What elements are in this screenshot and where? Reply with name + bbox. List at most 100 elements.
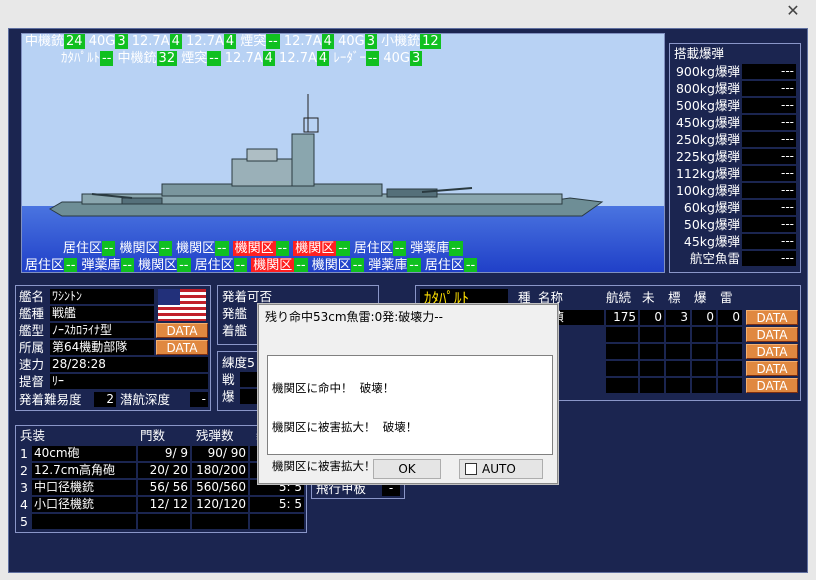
- auto-checkbox[interactable]: [465, 463, 477, 475]
- training-row-2: 爆: [222, 389, 235, 404]
- bomb-value: ---: [742, 234, 796, 249]
- arm-row-name: 12.7cm高角砲: [32, 463, 136, 478]
- slot-label: 12.7A: [283, 34, 322, 49]
- aircraft-data-button-5[interactable]: DATA: [746, 378, 798, 393]
- aircraft-data-button-3[interactable]: DATA: [746, 344, 798, 359]
- bomb-label: 225kg爆弾: [675, 149, 740, 164]
- aircraft-row-1-d: 0: [718, 310, 742, 325]
- launch-row-1: 発艦: [222, 306, 248, 321]
- ship-speed: 28/28:28: [50, 357, 208, 372]
- aircraft-row-1-c: 0: [692, 310, 716, 325]
- arm-row-count: 20/ 20: [138, 463, 190, 478]
- hull-value: --: [64, 258, 78, 273]
- aircraft-empty-cell: [718, 361, 742, 376]
- aircraft-data-button-1[interactable]: DATA: [746, 310, 798, 325]
- aircraft-data-button-2[interactable]: DATA: [746, 327, 798, 342]
- arm-row-count: 9/ 9: [138, 446, 190, 461]
- arm-row-count: 56/ 56: [138, 480, 190, 495]
- slot-label: 中機銃: [25, 34, 65, 49]
- depth-label: 潜航深度: [120, 392, 171, 407]
- slot-value: --: [266, 34, 280, 49]
- aircraft-data-button-4[interactable]: DATA: [746, 361, 798, 376]
- hull-label: 居住区: [25, 258, 65, 273]
- hull-value: --: [350, 258, 365, 273]
- bomb-label: 250kg爆弾: [675, 132, 740, 147]
- difficulty-value: 2: [94, 392, 116, 407]
- arm-row-name: 小口径機銃: [32, 497, 136, 512]
- training-row-1: 戦: [222, 372, 235, 387]
- hull-label: 居住区: [63, 241, 103, 256]
- hull-value: --: [449, 241, 463, 256]
- hull-value: --: [275, 241, 290, 256]
- slot-label: 中機銃: [117, 51, 157, 66]
- arm-row-name: [32, 514, 136, 529]
- slot-value: 4: [262, 51, 275, 66]
- hull-label-hit: 機関区: [251, 258, 295, 273]
- training-title: 練度5: [222, 355, 255, 370]
- slot-label: 煙突: [240, 34, 267, 49]
- weapon-row-2: ｶﾀﾊﾟﾙﾄ -- 中機銃 32 煙突 -- 12.7A 4 12.7A 4 ﾚｰﾀﾞｰ -…: [60, 51, 423, 66]
- slot-label: ﾚｰﾀﾞｰ: [333, 51, 366, 66]
- hull-value: --: [120, 258, 134, 273]
- unit-data-button[interactable]: DATA: [156, 340, 208, 355]
- bombs-panel: 搭載爆弾 900kg爆弾 --- 800kg爆弾 --- 500kg爆弾 --- 450kg…: [669, 43, 801, 273]
- bomb-value: ---: [742, 251, 796, 266]
- dialog-messages: 機関区に命中！ 破壊！ 機関区に被害拡大！ 破壊！ 機関区に被害拡大！ 破壊！: [267, 355, 553, 473]
- slot-label: 12.7A: [131, 34, 170, 49]
- ship-name: ﾜｼﾝﾄﾝ: [50, 289, 154, 304]
- hull-label-hit: 機関区: [293, 241, 337, 256]
- hull-value: --: [158, 241, 172, 256]
- slot-value: 24: [64, 34, 85, 49]
- hull-row-1: 居住区 -- 機関区 -- 機関区 -- 機関区 -- 機関区 -- 居住区 -- 弾薬庫 -…: [62, 241, 464, 256]
- name-label: 艦名: [19, 289, 45, 304]
- damage-dialog: 残り命中53cm魚雷:0発:破壊力-- 機関区に命中！ 破壊！ 機関区に被害拡大…: [258, 304, 558, 484]
- window-close-button[interactable]: ✕: [770, 0, 816, 22]
- difficulty-label: 発着難易度: [19, 392, 82, 407]
- hull-value: --: [215, 241, 229, 256]
- bomb-value: ---: [742, 200, 796, 215]
- aircraft-header-a: 未: [642, 290, 655, 305]
- aircraft-empty-cell: [606, 361, 638, 376]
- ok-button[interactable]: OK: [373, 459, 441, 479]
- hull-value: --: [233, 258, 248, 273]
- bomb-label: 800kg爆弾: [675, 81, 740, 96]
- bomb-label: 900kg爆弾: [675, 64, 740, 79]
- bomb-label: 112kg爆弾: [675, 166, 740, 181]
- hull-value: --: [294, 258, 308, 273]
- bomb-value: ---: [742, 217, 796, 232]
- bomb-label: 60kg爆弾: [683, 200, 740, 215]
- arm-row-num: 4: [20, 497, 28, 512]
- slot-value: 3: [115, 34, 128, 49]
- bomb-label: 50kg爆弾: [683, 217, 740, 232]
- hull-value: --: [407, 258, 421, 273]
- bomb-value: ---: [742, 132, 796, 147]
- slot-value: --: [207, 51, 221, 66]
- us-flag-icon: [158, 289, 206, 321]
- bomb-value: ---: [742, 115, 796, 130]
- arm-row-x: 5: 5: [250, 497, 304, 512]
- hull-label: 機関区: [138, 258, 178, 273]
- hull-label: 機関区: [119, 241, 159, 256]
- type-label: 艦種: [19, 306, 45, 321]
- ship-admiral: ﾘｰ: [50, 374, 208, 389]
- hull-label: 弾薬庫: [368, 258, 408, 273]
- bomb-value: ---: [742, 166, 796, 181]
- hull-row-2: 居住区 -- 弾薬庫 -- 機関区 -- 居住区 -- 機関区 -- 機関区 -- 弾薬庫 -…: [24, 258, 478, 273]
- aircraft-empty-cell: [606, 327, 638, 342]
- slot-value: 4: [169, 34, 182, 49]
- launch-title: 発着可否: [222, 289, 273, 304]
- depth-value: -: [190, 392, 208, 407]
- slot-label: 40G: [338, 34, 365, 49]
- ship-info-panel: 艦名 ﾜｼﾝﾄﾝ 艦種 戦艦 艦型 ﾉｰｽｶﾛﾗｲﾅ型 DATA 所属 第64機…: [15, 285, 211, 411]
- aircraft-empty-cell: [718, 344, 742, 359]
- armament-header-count: 門数: [140, 428, 166, 443]
- slot-label: ｶﾀﾊﾟﾙﾄ: [61, 51, 100, 66]
- aircraft-empty-cell: [640, 327, 664, 342]
- battleship-illustration: [49, 94, 604, 217]
- arm-row-count: 12/ 12: [138, 497, 190, 512]
- aircraft-header-d: 雷: [720, 290, 733, 305]
- class-data-button[interactable]: DATA: [156, 323, 208, 338]
- hull-label: 弾薬庫: [410, 241, 450, 256]
- slot-label: 40G: [88, 34, 116, 49]
- bombs-title: 搭載爆弾: [674, 46, 725, 61]
